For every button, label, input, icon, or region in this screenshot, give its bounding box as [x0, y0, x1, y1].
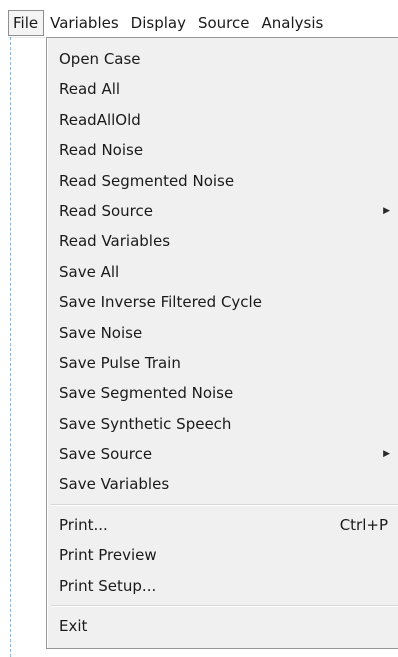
menu-item-label: Read Variables — [59, 232, 171, 251]
menu-item-print-preview[interactable]: Print Preview — [47, 540, 398, 570]
window-edge — [10, 37, 11, 657]
menu-variables[interactable]: Variables — [44, 10, 125, 36]
menu-source[interactable]: Source — [192, 10, 256, 36]
menu-analysis[interactable]: Analysis — [256, 10, 330, 36]
menu-file[interactable]: File — [8, 9, 45, 36]
menu-item-label: Read Segmented Noise — [59, 171, 235, 190]
menu-item-label: Read Noise — [59, 141, 144, 160]
menu-item-read-all[interactable]: Read All — [47, 74, 398, 104]
menu-item-label: Save All — [59, 262, 120, 281]
menu-item-read-noise[interactable]: Read Noise — [47, 135, 398, 165]
menu-item-print[interactable]: Print... Ctrl+P — [47, 510, 398, 540]
menu-item-label: Save Segmented Noise — [59, 384, 234, 403]
menu-separator — [51, 605, 398, 608]
menu-item-read-variables[interactable]: Read Variables — [47, 226, 398, 256]
menu-bar: File Variables Display Source Analysis — [8, 8, 398, 38]
menu-item-label: Save Synthetic Speech — [59, 414, 232, 433]
menu-item-save-variables[interactable]: Save Variables — [47, 469, 398, 499]
menu-item-label: Read Source — [59, 201, 153, 220]
menu-item-exit[interactable]: Exit — [47, 611, 398, 641]
menu-item-save-segmented-noise[interactable]: Save Segmented Noise — [47, 378, 398, 408]
menu-item-save-synthetic-speech[interactable]: Save Synthetic Speech — [47, 409, 398, 439]
menu-item-save-inverse-filtered-cycle[interactable]: Save Inverse Filtered Cycle — [47, 287, 398, 317]
menu-item-label: Save Noise — [59, 323, 143, 342]
menu-item-save-source[interactable]: Save Source ▶ — [47, 439, 398, 469]
menu-item-open-case[interactable]: Open Case — [47, 44, 398, 74]
chevron-right-icon: ▶ — [383, 205, 390, 216]
menu-separator — [51, 503, 398, 506]
menu-item-read-all-old[interactable]: ReadAllOld — [47, 105, 398, 135]
menu-item-label: Print Setup... — [59, 576, 157, 595]
menu-item-label: Save Pulse Train — [59, 353, 181, 372]
menu-item-read-segmented-noise[interactable]: Read Segmented Noise — [47, 166, 398, 196]
chevron-right-icon: ▶ — [383, 449, 390, 460]
menu-item-label: Open Case — [59, 50, 141, 68]
menu-display[interactable]: Display — [125, 10, 192, 36]
menu-item-read-source[interactable]: Read Source ▶ — [47, 196, 398, 226]
menu-item-label: Save Source — [59, 445, 153, 464]
menu-item-label: Save Inverse Filtered Cycle — [59, 293, 262, 312]
menu-item-save-all[interactable]: Save All — [47, 257, 398, 287]
file-menu-dropdown: Open Case Read All ReadAllOld Read Noise… — [46, 37, 398, 649]
menu-item-label: Read All — [59, 80, 121, 99]
app-window: File Variables Display Source Analysis O… — [0, 0, 398, 657]
menu-item-label: ReadAllOld — [59, 110, 141, 129]
menu-item-label: Print... — [59, 515, 108, 534]
menu-item-print-setup[interactable]: Print Setup... — [47, 571, 398, 601]
menu-item-label: Print Preview — [59, 546, 157, 565]
menu-item-save-noise[interactable]: Save Noise — [47, 318, 398, 348]
shortcut-label: Ctrl+P — [339, 515, 388, 534]
menu-item-save-pulse-train[interactable]: Save Pulse Train — [47, 348, 398, 378]
menu-item-label: Save Variables — [59, 475, 170, 494]
menu-item-label: Exit — [59, 617, 88, 636]
